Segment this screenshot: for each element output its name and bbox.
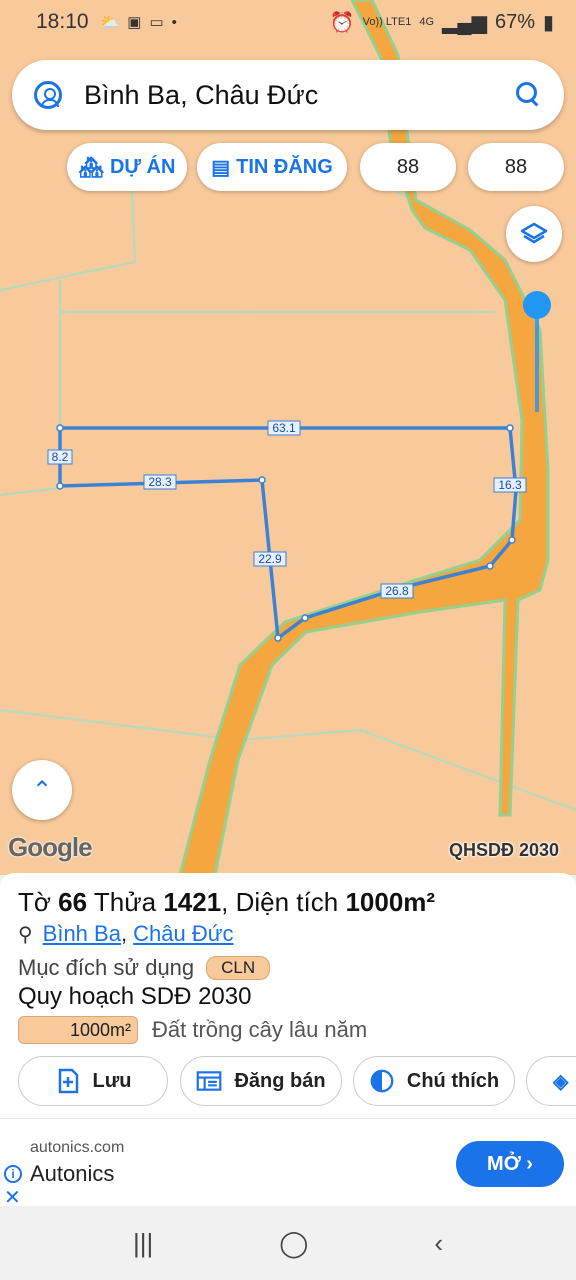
edge-label-left: 8.2 bbox=[52, 450, 69, 464]
layers-icon bbox=[520, 222, 548, 244]
plot-number: 1421 bbox=[163, 887, 222, 917]
land-use: Mục đích sử dụng CLN bbox=[18, 955, 271, 981]
alarm-icon: ⏰ bbox=[329, 11, 355, 34]
dot-icon: • bbox=[171, 13, 177, 31]
sheet-number: 66 bbox=[58, 887, 88, 917]
legend-button[interactable]: Chú thích bbox=[353, 1056, 515, 1106]
plan-area-box: 1000m² bbox=[18, 1016, 138, 1044]
plan-heading: Quy hoạch SDĐ 2030 bbox=[18, 983, 252, 1010]
network-indicator: 4G bbox=[419, 16, 435, 28]
land-use-badge: CLN bbox=[206, 956, 271, 980]
legend-label: Chú thích bbox=[406, 1069, 500, 1092]
back-button[interactable]: ‹ bbox=[434, 1228, 443, 1259]
house-icon: 🏘 bbox=[78, 156, 104, 179]
projects-chip[interactable]: 🏘 DỰ ÁN bbox=[67, 143, 187, 191]
commune-link[interactable]: Bình Ba bbox=[43, 921, 121, 947]
ad-domain: autonics.com bbox=[30, 1139, 125, 1156]
volte-indicator: Vo)) LTE1 bbox=[362, 16, 412, 28]
value-chip-1[interactable]: 88 bbox=[360, 143, 456, 191]
layer-name-label: QHSDĐ 2030 bbox=[449, 840, 560, 860]
map-view[interactable]: 63.1 8.2 28.3 16.3 22.9 26.8 18:10 ⛅ ▣ ▭… bbox=[0, 0, 576, 875]
post-sale-label: Đăng bán bbox=[234, 1069, 326, 1092]
search-text[interactable]: Bình Ba, Châu Đức bbox=[84, 80, 516, 111]
listing-icon: ▤ bbox=[211, 156, 231, 179]
ad-info-icon[interactable]: i bbox=[4, 1165, 22, 1183]
listings-chip[interactable]: ▤ TIN ĐĂNG bbox=[197, 143, 347, 191]
district-link[interactable]: Châu Đức bbox=[133, 921, 233, 947]
search-bar[interactable]: Bình Ba, Châu Đức bbox=[12, 60, 564, 130]
battery-icon: ▮ bbox=[542, 11, 554, 34]
system-nav-bar: ||| ◯ ‹ bbox=[0, 1206, 576, 1280]
parcel-info-panel: Tờ 66 Thửa 1421, Diện tích 1000m² ⚲ Bình… bbox=[0, 873, 576, 1118]
account-icon[interactable] bbox=[34, 81, 62, 109]
location-pin-icon: ⚲ bbox=[18, 923, 33, 946]
save-label: Lưu bbox=[92, 1069, 132, 1092]
save-button[interactable]: Lưu bbox=[18, 1056, 168, 1106]
edge-label-top: 63.1 bbox=[272, 421, 296, 435]
ad-name: Autonics bbox=[30, 1161, 115, 1186]
zalo-icon: ▭ bbox=[149, 14, 164, 31]
expand-panel-button[interactable]: ⌃ bbox=[12, 760, 72, 820]
land-use-label: Mục đích sử dụng bbox=[18, 955, 195, 980]
weather-icon: ⛅ bbox=[100, 14, 120, 31]
app: 63.1 8.2 28.3 16.3 22.9 26.8 18:10 ⛅ ▣ ▭… bbox=[0, 0, 576, 1280]
opacity-slider-track[interactable] bbox=[535, 318, 539, 412]
value-chip-2-label: 88 bbox=[504, 155, 528, 178]
tag-icon: ◈ bbox=[553, 1070, 569, 1093]
map-canvas[interactable]: 63.1 8.2 28.3 16.3 22.9 26.8 bbox=[0, 0, 576, 875]
plan-row: 1000m² Đất trồng cây lâu năm bbox=[18, 1016, 367, 1044]
status-bar: 18:10 ⛅ ▣ ▭ • ⏰ Vo)) LTE1 4G ▂▄▆ 67% ▮ bbox=[0, 0, 576, 44]
action-row: Lưu Đăng bán Chú thích ◈ bbox=[0, 1056, 576, 1108]
value-chip-2[interactable]: 88 bbox=[468, 143, 564, 191]
edge-label-bottom: 26.8 bbox=[385, 584, 409, 598]
signal-icon: ▂▄▆ bbox=[442, 11, 487, 34]
ad-open-button[interactable]: MỞ › bbox=[456, 1141, 564, 1187]
ad-banner[interactable]: autonics.com i Autonics ✕ MỞ › bbox=[0, 1118, 576, 1209]
home-button[interactable]: ◯ bbox=[279, 1228, 308, 1259]
contrast-icon bbox=[370, 1069, 394, 1093]
opacity-slider-handle[interactable] bbox=[523, 291, 551, 319]
status-time: 18:10 bbox=[36, 10, 89, 33]
post-sale-button[interactable]: Đăng bán bbox=[180, 1056, 342, 1106]
add-file-icon bbox=[58, 1068, 78, 1094]
plot-area: 1000m² bbox=[345, 887, 436, 917]
value-chip-1-label: 88 bbox=[396, 155, 420, 178]
parcel-location: ⚲ Bình Ba, Châu Đức bbox=[18, 921, 234, 947]
gallery-icon: ▣ bbox=[127, 14, 142, 31]
search-icon[interactable] bbox=[516, 82, 542, 108]
listings-label: TIN ĐĂNG bbox=[236, 155, 333, 178]
listing-icon bbox=[197, 1071, 222, 1091]
recents-button[interactable]: ||| bbox=[133, 1228, 153, 1259]
edge-label-inner-top: 28.3 bbox=[148, 475, 172, 489]
layers-button[interactable] bbox=[506, 206, 562, 262]
status-right: ⏰ Vo)) LTE1 4G ▂▄▆ 67% ▮ bbox=[330, 10, 554, 35]
projects-label: DỰ ÁN bbox=[109, 155, 176, 178]
edge-label-inner-left: 22.9 bbox=[258, 552, 282, 566]
parcel-title: Tờ 66 Thửa 1421, Diện tích 1000m² bbox=[18, 887, 436, 917]
more-action-button[interactable]: ◈ bbox=[526, 1056, 576, 1106]
plan-description: Đất trồng cây lâu năm bbox=[152, 1017, 368, 1042]
edge-label-right: 16.3 bbox=[498, 478, 522, 492]
battery-percent: 67% bbox=[494, 10, 535, 33]
chevron-up-icon: ⌃ bbox=[31, 776, 53, 804]
google-logo: Google bbox=[8, 832, 93, 862]
